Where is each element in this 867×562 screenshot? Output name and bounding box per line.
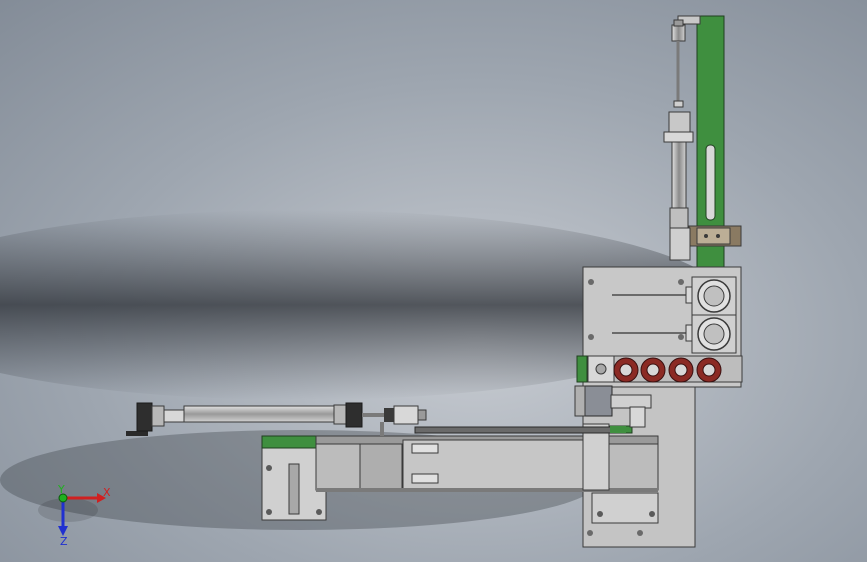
cylinder-rear-bracket	[126, 431, 148, 436]
left-end-green-cap	[261, 435, 319, 449]
top-rail-bar	[414, 426, 616, 434]
top-rail-green	[610, 426, 626, 433]
triad-shadow	[38, 498, 98, 522]
vertical-cylinder-foot	[669, 207, 689, 229]
main-mount-plate-assembly[interactable]	[576, 266, 743, 388]
triad-z-label: Z	[60, 535, 68, 548]
cylinder-rear-mount	[136, 402, 153, 432]
cylinder-rear-cap	[151, 405, 165, 427]
foot-bolt	[597, 511, 603, 517]
cylinder-to-beam-post	[380, 422, 384, 436]
green-column-slot	[705, 144, 716, 221]
end-bolt	[266, 465, 272, 471]
cylinder-rear-fitting	[163, 409, 185, 423]
vertical-stand-plate	[582, 423, 610, 491]
plate-hole	[637, 530, 643, 536]
rod-end-fitting	[384, 408, 394, 422]
carriage-tab-lower	[411, 473, 439, 484]
cad-viewport[interactable]: X Y Z	[0, 0, 867, 562]
triad-x-label: X	[103, 486, 111, 499]
plate-hole	[588, 334, 594, 340]
carriage-tab-upper	[411, 443, 439, 454]
cylinder-barrel	[183, 405, 335, 423]
rod-end-coupler	[393, 405, 419, 425]
motor-flange	[610, 394, 652, 409]
foot-bolt	[649, 511, 655, 517]
cylinder-front-cap	[333, 404, 347, 425]
lower-mount-foot	[591, 492, 659, 524]
gripper-bolt	[595, 363, 607, 375]
rod-coupler	[673, 100, 684, 108]
bearing-housing-lower	[691, 314, 737, 354]
cad-scene[interactable]: X Y Z	[0, 0, 867, 562]
plate-hole	[678, 279, 684, 285]
column-bronze-face	[696, 227, 731, 245]
plate-hole	[587, 530, 593, 536]
end-bolt	[316, 509, 322, 515]
plate-hole	[678, 334, 684, 340]
motor-mount	[574, 385, 586, 417]
triad-y-label: Y	[57, 483, 65, 496]
end-bolt	[266, 509, 272, 515]
left-end-slot	[288, 463, 300, 515]
rod-block	[668, 111, 691, 133]
ring-rail-green-tab	[576, 355, 588, 383]
rod-end-tip	[417, 409, 427, 421]
vertical-cylinder-base	[669, 227, 691, 261]
cylinder-front-mount	[345, 402, 363, 428]
rod-top-cap	[673, 19, 684, 27]
bronze-bolt	[716, 234, 720, 238]
rod-clamp	[663, 131, 694, 143]
lower-small-bracket	[629, 406, 646, 428]
bearing-housing-upper	[691, 276, 737, 316]
linear-beam-cover	[359, 443, 403, 491]
vertical-cylinder-body	[671, 141, 687, 211]
bronze-bolt	[704, 234, 708, 238]
motor-block	[581, 385, 613, 417]
plate-hole	[588, 279, 594, 285]
rod-top-head	[671, 24, 686, 42]
